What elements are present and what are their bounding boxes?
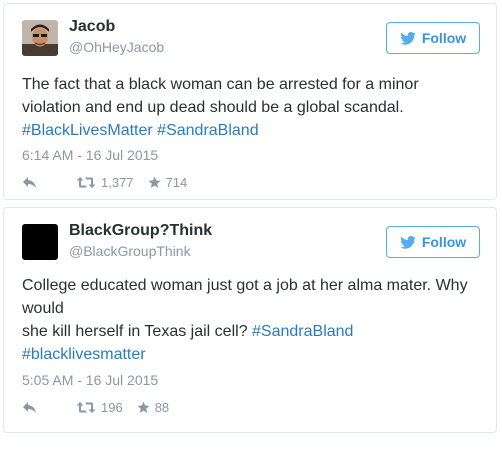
star-icon [137, 401, 150, 413]
retweet-count: 196 [101, 399, 123, 415]
favorite-button[interactable]: 714 [148, 174, 188, 190]
user-name[interactable]: Jacob [69, 18, 115, 36]
user-handle[interactable]: @OhHeyJacob [69, 39, 164, 55]
follow-button[interactable]: Follow [386, 226, 480, 258]
tweet-actions: 196 88 [22, 397, 169, 417]
tweet-text: College educated woman just got a job at… [22, 274, 482, 366]
retweet-button[interactable]: 1,377 [76, 175, 134, 190]
reply-icon [23, 176, 36, 188]
user-handle[interactable]: @BlackGroupThink [69, 243, 191, 259]
hashtag-link[interactable]: #SandraBland [157, 122, 258, 139]
tweet-text-line: The fact that a black woman can be arres… [22, 76, 419, 93]
tweet-card: Jacob @OhHeyJacob Follow The fact that a… [3, 3, 497, 200]
tweet-text: The fact that a black woman can be arres… [22, 73, 482, 142]
follow-label: Follow [421, 234, 467, 250]
reply-button[interactable] [22, 401, 38, 414]
tweet-text-fragment: she kill herself in Texas jail cell? [22, 323, 253, 340]
timestamp[interactable]: 5:05 AM - 16 Jul 2015 [22, 372, 158, 388]
follow-label: Follow [421, 30, 467, 46]
tweet-text-line: she kill herself in Texas jail cell? #Sa… [22, 320, 482, 343]
retweet-icon [76, 176, 96, 188]
tweet-text-line: violation and end up dead should be a gl… [22, 99, 404, 116]
hashtag-link[interactable]: #blacklivesmatter [22, 346, 146, 363]
favorite-count: 714 [165, 174, 188, 190]
twitter-bird-icon [400, 31, 416, 45]
tweet-text-line: would [22, 300, 64, 317]
reply-button[interactable] [22, 176, 38, 189]
retweet-count: 1,377 [101, 174, 134, 190]
avatar[interactable] [22, 20, 58, 56]
user-photo-icon [22, 20, 58, 56]
reply-icon [23, 401, 36, 413]
hashtag-line: #BlackLivesMatter #SandraBland [22, 119, 482, 142]
twitter-bird-icon [400, 235, 416, 249]
retweet-button[interactable]: 196 [76, 400, 123, 415]
hashtag-link[interactable]: #SandraBland [252, 323, 353, 340]
hashtag-line: #blacklivesmatter [22, 343, 482, 366]
retweet-icon [76, 401, 96, 413]
hashtag-link[interactable]: #BlackLivesMatter [22, 122, 153, 139]
tweet-text-line: College educated woman just got a job at… [22, 277, 468, 294]
user-name[interactable]: BlackGroup?Think [69, 222, 212, 240]
follow-button[interactable]: Follow [386, 22, 480, 54]
favorite-count: 88 [154, 399, 170, 415]
favorite-button[interactable]: 88 [137, 400, 169, 415]
star-icon [148, 176, 161, 188]
timestamp[interactable]: 6:14 AM - 16 Jul 2015 [22, 147, 158, 163]
tweet-card: BlackGroup?Think @BlackGroupThink Follow… [3, 207, 497, 433]
avatar[interactable] [22, 224, 58, 260]
tweet-actions: 1,377 714 [22, 172, 187, 192]
